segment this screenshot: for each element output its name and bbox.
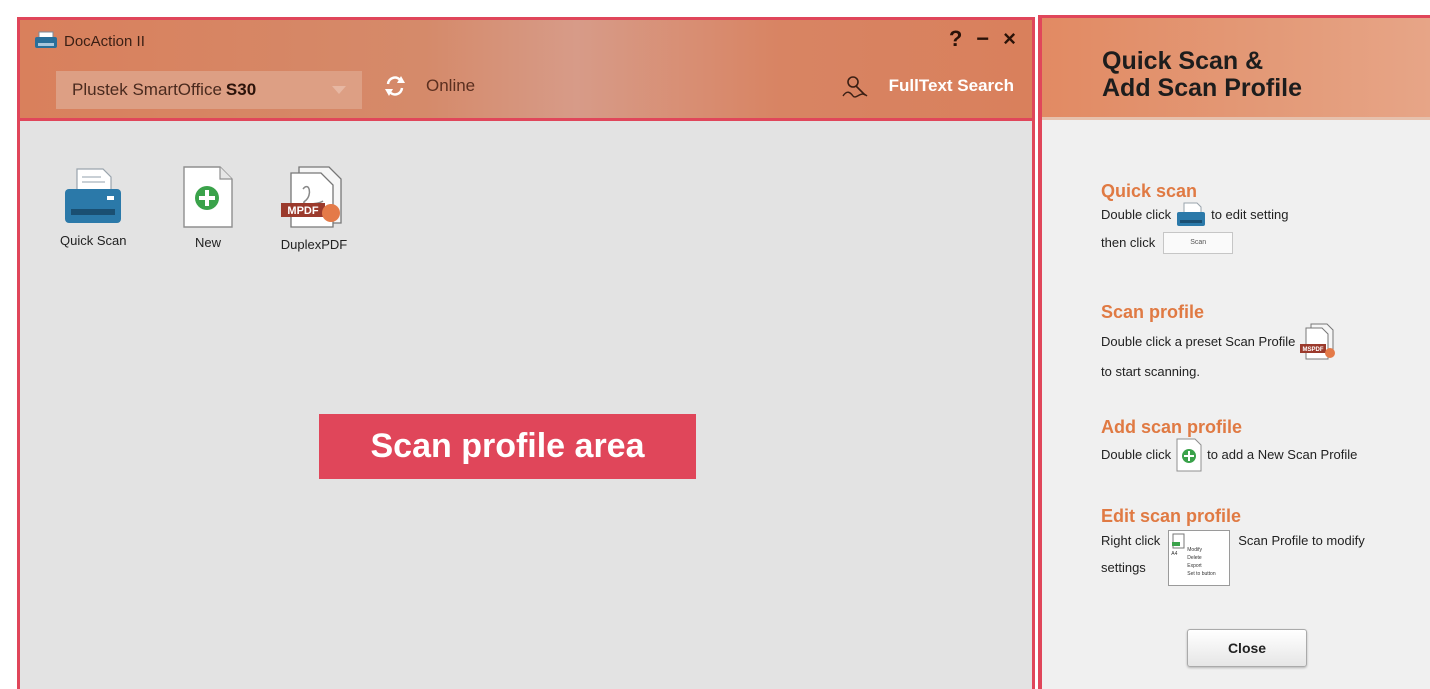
help-text: Right click	[1101, 533, 1161, 548]
close-button[interactable]: Close	[1187, 629, 1307, 667]
context-menu-item: Export	[1187, 563, 1202, 569]
help-title: Quick Scan & Add Scan Profile	[1102, 48, 1302, 102]
new-profile-icon	[1176, 438, 1202, 472]
help-text: to start scanning.	[1101, 364, 1200, 379]
connection-status: Online	[382, 75, 475, 97]
pdf-badge-text: MSPDF	[1303, 347, 1324, 353]
help-header: Quick Scan & Add Scan Profile	[1042, 18, 1430, 120]
help-heading: Edit scan profile	[1101, 506, 1242, 526]
context-menu-item: Modify	[1187, 547, 1202, 553]
help-heading: Add scan profile	[1101, 417, 1243, 437]
scanner-name: Plustek SmartOffice	[72, 80, 222, 99]
help-line: to start scanning.	[1101, 361, 1337, 383]
help-line: settings	[1101, 557, 1146, 579]
pdf-profile-icon: MSPDF	[1300, 323, 1336, 360]
minimize-button[interactable]: −	[976, 26, 989, 52]
scanner-icon	[65, 168, 122, 223]
pdf-profile-icon: MPDF	[281, 166, 342, 228]
profile-new[interactable]: New	[180, 165, 236, 250]
profile-label: Quick Scan	[60, 233, 127, 248]
app-title-group: DocAction II	[34, 31, 145, 51]
profile-label: New	[194, 235, 221, 250]
help-text: Double click	[1101, 207, 1172, 222]
help-text: then click	[1101, 235, 1156, 250]
pdf-badge-text: MPDF	[287, 205, 318, 217]
scanner-icon	[1177, 202, 1206, 226]
profile-mini-icon	[1172, 533, 1185, 549]
chevron-down-icon	[332, 86, 346, 94]
help-button[interactable]: ?	[949, 26, 962, 52]
title-bar: DocAction II ? − × Plustek SmartOffice S…	[20, 20, 1032, 118]
help-section-quick-scan: Quick scan Double click to edit setting …	[1101, 180, 1288, 254]
scan-profile-area: Quick Scan New MPDF DuplexPDF Scan profi…	[20, 121, 1032, 689]
window-controls: ? − ×	[949, 26, 1016, 52]
help-heading: Scan profile	[1101, 302, 1205, 322]
scanner-select[interactable]: Plustek SmartOffice S30	[56, 71, 362, 109]
app-title: DocAction II	[64, 32, 145, 50]
fulltext-search-label: FullText Search	[888, 76, 1014, 95]
context-menu-item: Delete	[1187, 555, 1202, 561]
help-text: to edit setting	[1211, 207, 1289, 222]
app-logo-icon	[35, 31, 57, 48]
help-line: Double click to add a New Scan Profile	[1101, 438, 1357, 472]
help-title-line2: Add Scan Profile	[1102, 74, 1303, 102]
context-menu-tag: A4	[1171, 551, 1178, 557]
help-panel: Quick Scan & Add Scan Profile Quick scan…	[1038, 15, 1430, 689]
status-text: Online	[426, 76, 476, 95]
help-text: settings	[1101, 560, 1146, 575]
scan-profile-area-label: Scan profile area	[319, 414, 696, 479]
main-window: DocAction II ? − × Plustek SmartOffice S…	[17, 17, 1035, 689]
help-title-line1: Quick Scan &	[1102, 47, 1264, 75]
context-menu-item: Set to button	[1187, 571, 1216, 577]
help-line: then click Scan	[1101, 232, 1288, 254]
close-window-button[interactable]: ×	[1003, 26, 1016, 52]
scan-button-illustration: Scan	[1163, 232, 1234, 254]
refresh-icon[interactable]	[382, 75, 408, 97]
help-section-scan-profile: Scan profile Double click a preset Scan …	[1101, 301, 1337, 383]
help-heading: Quick scan	[1101, 181, 1198, 201]
new-profile-icon	[183, 166, 233, 228]
help-line: Double click a preset Scan Profile MSPDF	[1101, 323, 1337, 361]
profile-label: DuplexPDF	[280, 237, 348, 252]
profile-duplexpdf[interactable]: MPDF DuplexPDF	[279, 165, 349, 252]
help-section-add-profile: Add scan profile Double click to add a N…	[1101, 416, 1357, 472]
context-menu-illustration: A4 Modify Delete Export Set to button	[1168, 530, 1231, 586]
fulltext-search-button[interactable]: FullText Search	[841, 74, 1014, 98]
help-text: Scan Profile to modify	[1238, 533, 1365, 548]
profile-quick-scan[interactable]: Quick Scan	[60, 165, 126, 248]
help-text: Double click a preset Scan Profile	[1101, 334, 1296, 349]
help-line: Double click to edit setting	[1101, 202, 1288, 228]
help-section-edit-profile: Edit scan profile Right click A4 Modify …	[1101, 505, 1365, 586]
search-document-icon	[842, 76, 868, 98]
help-text: Double click	[1101, 447, 1172, 462]
scanner-model: S30	[225, 80, 257, 99]
help-text: to add a New Scan Profile	[1207, 447, 1358, 462]
